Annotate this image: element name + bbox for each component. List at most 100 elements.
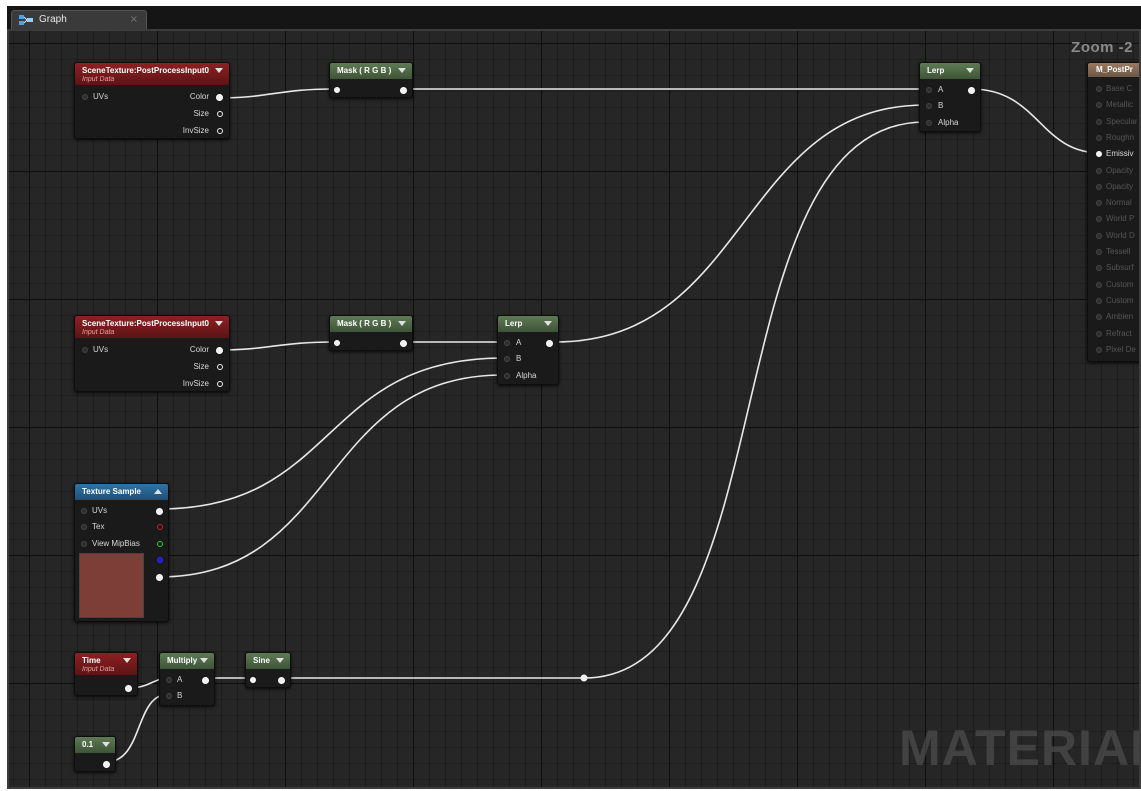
lerp-a-input-pin[interactable]	[504, 340, 510, 346]
collapse-arrow-icon[interactable]	[215, 68, 223, 73]
collapse-arrow-icon[interactable]	[200, 658, 208, 663]
lerp-a-input-pin[interactable]	[926, 87, 932, 93]
lerp-alpha-input-pin[interactable]	[504, 373, 510, 379]
output-input-pin[interactable]	[1096, 118, 1102, 125]
sine-output-pin[interactable]	[278, 677, 285, 684]
multiply-node[interactable]: Multiply A B	[159, 652, 215, 706]
lerp-node-2[interactable]: Lerp A B Alpha	[497, 315, 559, 385]
output-pin-label: Base C	[1106, 84, 1133, 93]
scene-texture-node-1[interactable]: SceneTexture:PostProcessInput0 Input Dat…	[74, 62, 230, 139]
material-output-node[interactable]: M_PostPr Base C Metallic Specular Roughn Emi…	[1087, 62, 1139, 362]
uvs-label: UVs	[92, 506, 108, 515]
node-title: SceneTexture:PostProcessInput0	[82, 66, 210, 75]
uvs-input-pin[interactable]	[82, 94, 88, 100]
tex-label: Tex	[92, 522, 105, 531]
node-title: 0.1	[82, 740, 94, 749]
alpha-label: Alpha	[938, 118, 959, 127]
output-input-pin[interactable]	[1096, 281, 1102, 288]
multiply-b-input-pin[interactable]	[166, 693, 172, 699]
constant-node[interactable]: 0.1	[74, 736, 116, 772]
uvs-input-pin[interactable]	[82, 347, 88, 353]
invsize-output-pin[interactable]	[217, 128, 223, 134]
output-input-pin[interactable]	[1096, 151, 1102, 158]
output-input-pin[interactable]	[1096, 102, 1102, 109]
b-label: B	[938, 101, 944, 110]
mask-node-1[interactable]: Mask ( R G B )	[329, 62, 413, 98]
collapse-arrow-icon[interactable]	[102, 742, 110, 747]
lerp-b-input-pin[interactable]	[504, 356, 510, 362]
output-input-pin[interactable]	[1096, 346, 1102, 353]
output-input-pin[interactable]	[1096, 330, 1102, 337]
output-input-pin[interactable]	[1096, 216, 1102, 223]
collapse-arrow-icon[interactable]	[966, 68, 974, 73]
output-input-pin[interactable]	[1096, 167, 1102, 174]
rgb-output-pin[interactable]	[156, 508, 163, 515]
node-title: Lerp	[927, 66, 945, 75]
scene-texture-node-2[interactable]: SceneTexture:PostProcessInput0 Input Dat…	[74, 315, 230, 392]
color-label: Color	[189, 345, 209, 354]
time-node[interactable]: Time Input Data	[74, 652, 138, 696]
texture-sample-node[interactable]: Texture Sample UVs Tex View MipBias	[74, 483, 169, 622]
output-input-pin[interactable]	[1096, 297, 1102, 304]
lerp-output-pin[interactable]	[546, 340, 553, 347]
lerp-b-input-pin[interactable]	[926, 103, 932, 109]
output-pin-label: Opacity	[1106, 181, 1134, 191]
mask-output-pin[interactable]	[400, 340, 407, 347]
mask-input-pin[interactable]	[334, 87, 340, 93]
sine-node[interactable]: Sine	[245, 652, 291, 688]
collapse-arrow-icon[interactable]	[544, 321, 552, 326]
lerp-alpha-input-pin[interactable]	[926, 120, 932, 126]
output-input-pin[interactable]	[1096, 265, 1102, 272]
collapse-arrow-icon[interactable]	[398, 321, 406, 326]
node-subtitle: Input Data	[82, 329, 115, 336]
node-title: Texture Sample	[82, 487, 141, 496]
mask-node-2[interactable]: Mask ( R G B )	[329, 315, 413, 351]
size-output-pin[interactable]	[217, 364, 223, 370]
output-input-pin[interactable]	[1096, 183, 1102, 190]
blue-output-pin[interactable]	[157, 557, 163, 563]
output-pin-label: Ambien	[1106, 312, 1134, 322]
color-output-pin[interactable]	[216, 347, 223, 354]
mask-output-pin[interactable]	[400, 87, 407, 94]
color-output-pin[interactable]	[216, 94, 223, 101]
output-input-pin[interactable]	[1096, 314, 1102, 321]
time-output-pin[interactable]	[125, 685, 132, 692]
collapse-arrow-icon[interactable]	[123, 658, 131, 663]
mask-input-pin[interactable]	[334, 340, 340, 346]
tex-input-pin[interactable]	[81, 524, 87, 530]
node-title: Lerp	[505, 319, 523, 328]
output-pin-label: Emissiv	[1106, 149, 1134, 159]
output-input-pin[interactable]	[1096, 249, 1102, 255]
alpha-output-pin[interactable]	[156, 574, 163, 581]
output-input-pin[interactable]	[1096, 134, 1102, 141]
invsize-output-pin[interactable]	[217, 381, 223, 387]
collapse-arrow-icon[interactable]	[276, 658, 284, 663]
uvs-input-pin[interactable]	[81, 508, 87, 514]
size-output-pin[interactable]	[217, 111, 223, 117]
output-input-pin[interactable]	[1096, 232, 1102, 239]
lerp-node-1[interactable]: Lerp A B Alpha	[919, 62, 981, 132]
uvs-label: UVs	[93, 345, 109, 354]
tab-graph-label: Graph	[39, 14, 67, 25]
multiply-a-input-pin[interactable]	[166, 677, 172, 683]
red-output-pin[interactable]	[157, 524, 163, 530]
output-input-pin[interactable]	[1096, 86, 1102, 92]
green-output-pin[interactable]	[157, 541, 163, 547]
node-subtitle: Input Data	[82, 76, 115, 83]
sine-input-pin[interactable]	[250, 677, 256, 683]
a-label: A	[938, 85, 944, 94]
wire-lerp2-to-lerp1b	[554, 104, 926, 343]
lerp-output-pin[interactable]	[968, 87, 975, 94]
collapse-arrow-icon[interactable]	[215, 321, 223, 326]
output-input-pin[interactable]	[1096, 200, 1102, 207]
constant-output-pin[interactable]	[103, 761, 110, 768]
collapse-arrow-icon[interactable]	[398, 68, 406, 73]
collapse-arrow-icon[interactable]	[154, 489, 162, 494]
tab-graph[interactable]: Graph ×	[11, 10, 147, 30]
material-graph-canvas[interactable]: Zoom -2 MATERIAL SceneTexture:PostProces…	[7, 29, 1141, 789]
close-icon[interactable]: ×	[130, 14, 138, 25]
output-pin-label: Custom	[1106, 295, 1134, 305]
multiply-output-pin[interactable]	[202, 677, 209, 684]
mipbias-input-pin[interactable]	[81, 541, 87, 547]
invsize-label: InvSize	[182, 379, 209, 388]
